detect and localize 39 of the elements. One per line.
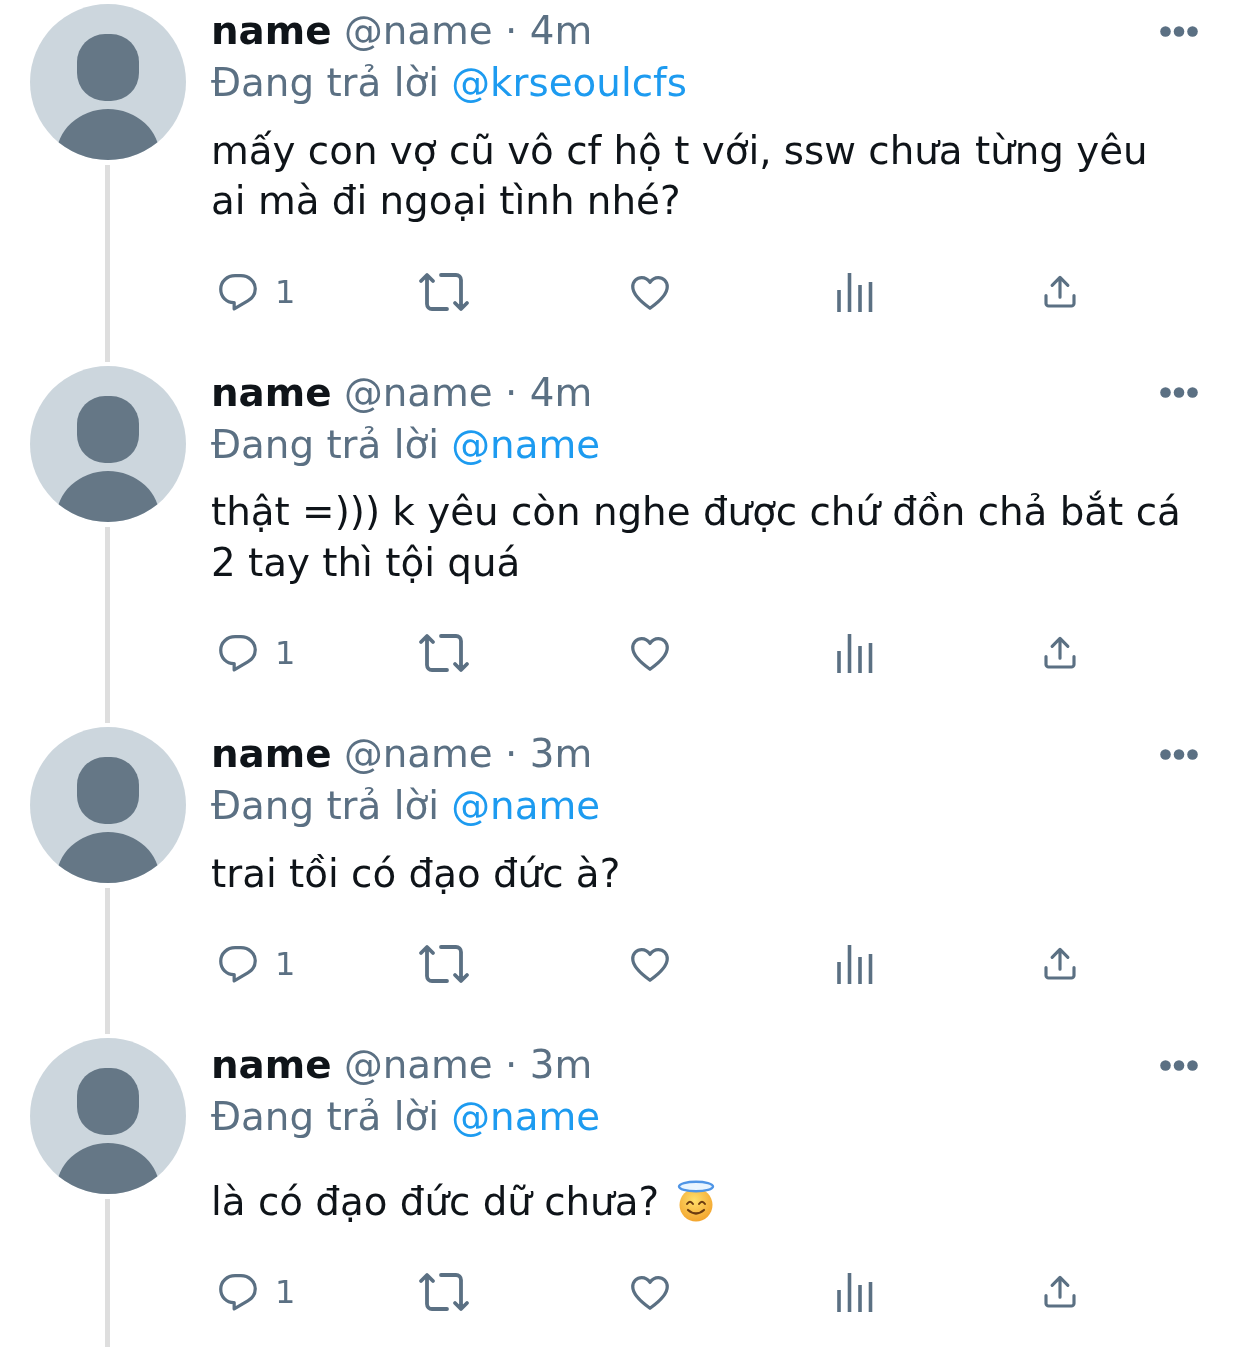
mention-link[interactable]: @name	[451, 1094, 601, 1139]
replying-to-line: Đang trả lời @name	[211, 1093, 602, 1141]
author-name: name	[211, 369, 332, 415]
avatar-silhouette[interactable]	[30, 1038, 186, 1194]
reply-button[interactable]: 1	[215, 268, 296, 315]
repost-arrows-icon[interactable]	[417, 942, 471, 986]
author-name: name	[211, 731, 332, 776]
bar-chart-icon[interactable]	[836, 944, 873, 984]
reply-button[interactable]: 1	[215, 630, 296, 676]
tweet-text: mấy con vợ cũ vô cf hộ t với, ssw chưa từng yêu ai mà đi ngoại tình nhé?	[211, 127, 1148, 223]
avatar-silhouette[interactable]	[30, 4, 186, 160]
replying-to-line: Đang trả lời @name	[211, 420, 602, 469]
author-name: name	[211, 8, 332, 53]
avatar-silhouette[interactable]	[30, 365, 186, 522]
author-name: name	[211, 1042, 332, 1087]
mention-link[interactable]: @name	[451, 783, 601, 828]
repost-arrows-icon[interactable]	[417, 631, 471, 675]
bar-chart-icon[interactable]	[836, 633, 873, 673]
tweet-meta: @name · 3m	[343, 1042, 593, 1087]
tweet-text: thật =))) k yêu còn nghe được chứ đồn chả bắt cá 2 tay thì tội quá	[211, 489, 1181, 585]
bar-chart-icon[interactable]	[836, 271, 873, 312]
replying-to-line: Đang trả lời @name	[211, 782, 602, 830]
mention-link[interactable]: @name	[451, 421, 601, 467]
more-icon[interactable]	[1160, 25, 1198, 37]
reply-button[interactable]: 1	[215, 1269, 296, 1315]
tweet-text: là có đạo đức dữ chưa?	[211, 1178, 660, 1224]
reply-button[interactable]: 1	[215, 941, 296, 987]
repost-arrows-icon[interactable]	[417, 1270, 471, 1314]
tweet-meta: @name · 4m	[343, 8, 593, 53]
replying-to-line: Đang trả lời @krseoulcfs	[211, 59, 688, 107]
more-icon[interactable]	[1160, 1059, 1198, 1071]
avatar-silhouette[interactable]	[30, 727, 186, 883]
tweet-meta: @name · 3m	[343, 731, 593, 776]
tweet-meta: @name · 4m	[343, 369, 593, 415]
mention-link[interactable]: @krseoulcfs	[451, 60, 687, 105]
more-icon[interactable]	[1160, 387, 1198, 398]
bar-chart-icon[interactable]	[836, 1272, 873, 1312]
tweet-text: trai tồi có đạo đức à?	[211, 850, 621, 896]
more-icon[interactable]	[1160, 748, 1198, 760]
